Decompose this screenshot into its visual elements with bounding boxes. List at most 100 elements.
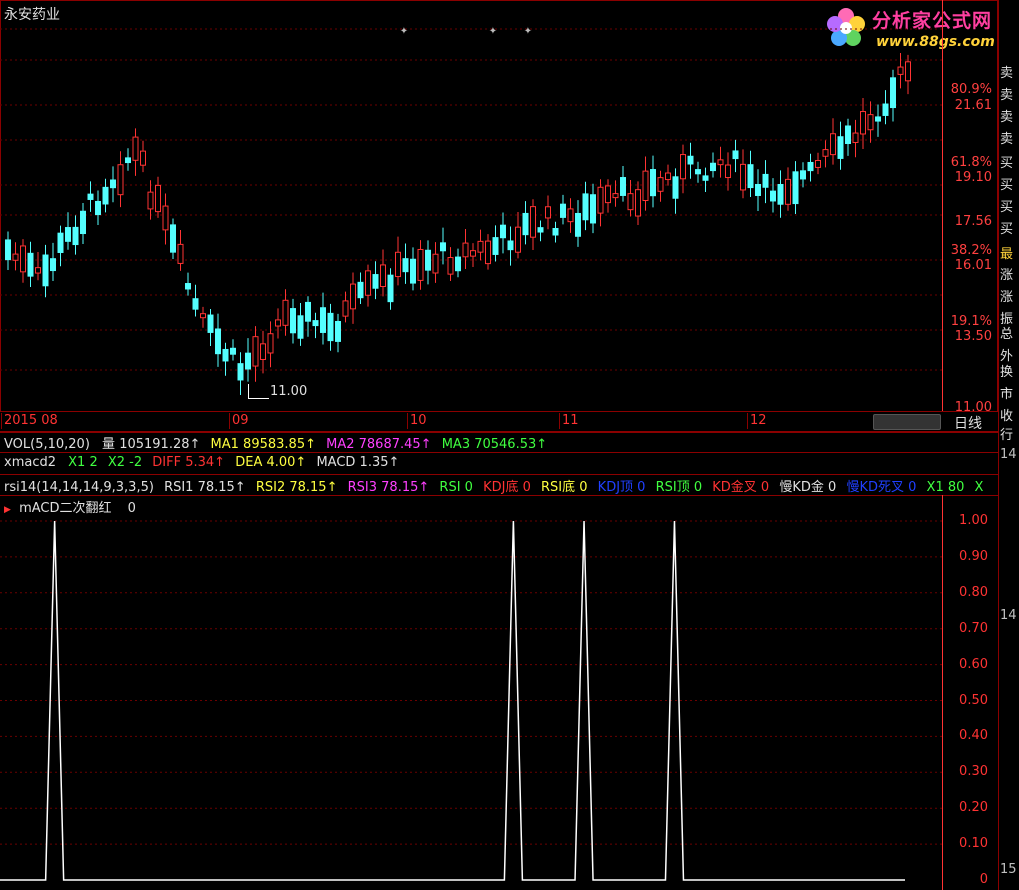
- timeline-tick: [1, 413, 2, 429]
- side-panel-number: 14: [1000, 608, 1017, 623]
- candle-body: [440, 242, 446, 252]
- rsi-top: RSI顶 0: [655, 480, 703, 495]
- rsi-bottom: RSI底 0: [541, 480, 588, 495]
- vol-row[interactable]: VOL(5,10,20) 量 105191.28↑ MA1 89583.85↑ …: [4, 433, 547, 452]
- candle-body: [290, 308, 296, 334]
- timeline-label: 09: [232, 413, 249, 428]
- candle-body: [650, 169, 656, 197]
- candle-body: [815, 159, 821, 168]
- candle-body: [830, 133, 836, 156]
- candle-body: [860, 111, 866, 135]
- rsi-row[interactable]: rsi14(14,14,14,9,3,3,5) RSI1 78.15↑ RSI2…: [4, 476, 998, 495]
- low-price-marker: [248, 384, 269, 399]
- vol-label: 量: [102, 437, 116, 452]
- macd-dea: DEA 4.00↑: [235, 455, 307, 470]
- timeline-tick: [559, 413, 560, 429]
- slow-kd-gold: 慢KD金 0: [779, 480, 837, 495]
- candle-body: [522, 212, 529, 236]
- candle-body: [350, 283, 356, 310]
- candle-body: [162, 205, 169, 231]
- candle-body: [20, 245, 26, 273]
- candle-body: [155, 184, 161, 213]
- candle-body: [95, 200, 101, 216]
- candle-body: [410, 258, 416, 284]
- rsi-x1: X1 80: [926, 480, 965, 495]
- indicator-chart[interactable]: [0, 495, 998, 890]
- timeline-label: 12: [750, 413, 767, 428]
- candle-body: [552, 228, 559, 236]
- candle-body: [597, 186, 604, 214]
- side-panel-item: 买: [1000, 178, 1014, 193]
- candle-body: [342, 300, 349, 317]
- candles: ✦ ✦ ✦: [5, 26, 911, 396]
- price-grid: [0, 28, 942, 371]
- rsi-name: rsi14(14,14,14,9,3,3,5): [4, 480, 154, 495]
- candle-body: [140, 150, 146, 166]
- price-label: 17.56: [954, 214, 992, 229]
- candle-body: [177, 243, 184, 264]
- candle-body: [822, 149, 829, 157]
- price-label: 80.9%: [950, 82, 992, 97]
- side-panel-item: 卖: [1000, 66, 1014, 81]
- price-label: 38.2%: [950, 243, 992, 258]
- indicator-axis-label: 0.50: [959, 692, 988, 708]
- candle-body: [387, 274, 394, 303]
- macd-row[interactable]: xmacd2 X1 2 X2 -2 DIFF 5.34↑ DEA 4.00↑ M…: [4, 455, 399, 470]
- candle-body: [365, 270, 371, 296]
- candle-body: [432, 253, 439, 274]
- candle-body: [380, 264, 386, 288]
- candle-body: [500, 224, 506, 239]
- indicator-grid: [0, 520, 942, 845]
- event-marker: ✦: [400, 26, 408, 37]
- candle-body: [582, 193, 589, 221]
- candle-body: [762, 173, 769, 188]
- candle-body: [102, 186, 109, 205]
- timeline-scrollbar[interactable]: [873, 414, 941, 430]
- timeline-label: 10: [410, 413, 427, 428]
- candle-body: [455, 256, 461, 272]
- candle-body: [215, 328, 221, 355]
- candle-body: [717, 159, 724, 166]
- candle-body: [852, 132, 859, 143]
- side-panel-item: 涨: [1000, 268, 1014, 283]
- indicator-axis-label: 0.60: [959, 656, 988, 672]
- candle-body: [50, 258, 56, 272]
- side-panel-item: 最: [1000, 247, 1014, 262]
- candle-body: [117, 164, 124, 196]
- row-divider: [0, 431, 998, 432]
- price-label: 61.8%: [950, 155, 992, 170]
- candle-body: [297, 315, 304, 339]
- candle-body: [575, 212, 581, 237]
- candle-body: [320, 307, 326, 333]
- indicator-axis-label: 0.10: [959, 836, 988, 852]
- kdj-top: KDJ顶 0: [597, 480, 646, 495]
- candle-body: [545, 206, 551, 219]
- candle-body: [792, 171, 799, 205]
- candle-body: [515, 226, 521, 253]
- rsi1: RSI1 78.15↑: [164, 480, 246, 495]
- candle-body: [620, 177, 626, 196]
- indicator-axis-label: 0.70: [959, 620, 988, 636]
- candle-body: [222, 348, 229, 362]
- candle-body: [305, 301, 311, 322]
- candle-body: [732, 150, 739, 160]
- price-label: 16.01: [954, 258, 992, 273]
- candle-body: [372, 274, 379, 289]
- candle-body: [425, 249, 431, 271]
- side-panel-item: 买: [1000, 200, 1014, 215]
- price-label: 13.50: [954, 329, 992, 344]
- candle-body: [417, 248, 424, 281]
- candlestick-chart[interactable]: ✦ ✦ ✦: [0, 0, 998, 412]
- candle-body: [132, 136, 139, 161]
- side-panel-item: 行: [1000, 428, 1014, 443]
- candle-body: [35, 267, 41, 274]
- kdj-bottom: KDJ底 0: [483, 480, 531, 495]
- rsi2: RSI2 78.15↑: [255, 480, 338, 495]
- rsi3: RSI3 78.15↑: [347, 480, 430, 495]
- candle-body: [807, 161, 814, 172]
- side-panel-item: 涨: [1000, 290, 1014, 305]
- period-button[interactable]: 日线: [954, 413, 982, 433]
- macd-name: xmacd2: [4, 455, 56, 470]
- rsi-x: X: [974, 480, 984, 495]
- candle-body: [560, 203, 566, 218]
